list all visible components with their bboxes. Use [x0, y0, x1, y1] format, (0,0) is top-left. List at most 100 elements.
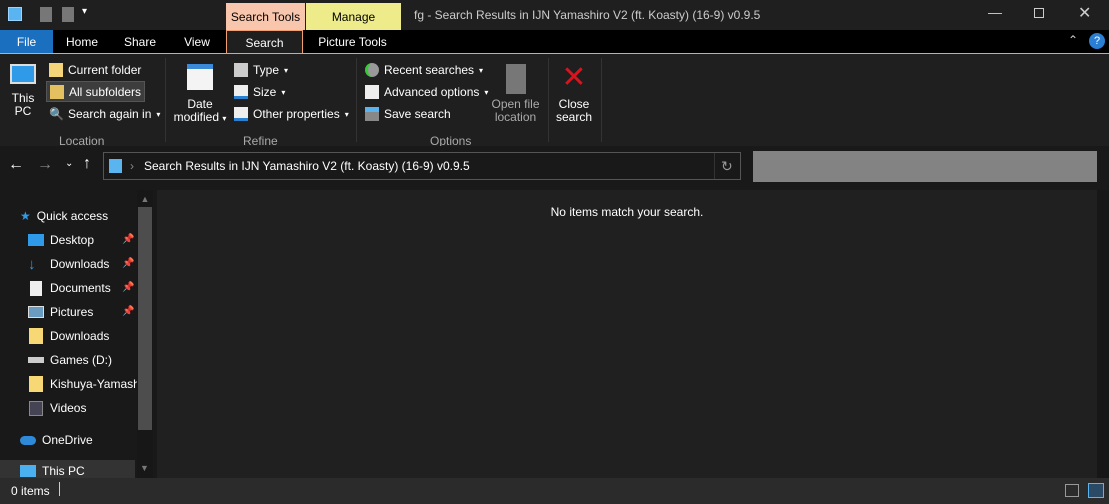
close-window-button[interactable]: ✕: [1078, 3, 1091, 23]
recent-searches-button[interactable]: Recent searches ▾: [362, 60, 486, 80]
properties-doc-icon: [234, 107, 248, 121]
nav-item-desktop[interactable]: Desktop: [28, 229, 137, 251]
nav-item-games-drive[interactable]: Games (D:): [28, 349, 137, 371]
ribbon: This PC Current folder All subfolders 🔍 S…: [0, 53, 1109, 148]
save-search-button[interactable]: Save search: [362, 104, 454, 124]
size-icon: [234, 85, 248, 99]
search-again-button[interactable]: 🔍 Search again in ▾: [46, 104, 163, 124]
nav-label: Videos: [50, 401, 87, 415]
size-button[interactable]: Size ▾: [231, 82, 288, 102]
nav-label: Kishuya-Yamash: [50, 377, 137, 391]
all-subfolders-label: All subfolders: [69, 84, 142, 99]
separator: [165, 58, 166, 142]
nav-label: Desktop: [50, 233, 95, 247]
maximize-button[interactable]: [1034, 8, 1044, 18]
large-icons-view-button[interactable]: [1088, 483, 1104, 498]
pictures-icon: [28, 306, 44, 318]
other-properties-button[interactable]: Other properties ▾: [231, 104, 352, 124]
new-folder-icon[interactable]: [62, 7, 74, 22]
navigation-pane: ★ Quick access Desktop 📌 ↓ Downloads 📌 Doc…: [0, 190, 153, 482]
ribbon-tabs: File Home Share View Search Picture Tool…: [0, 30, 1109, 54]
tab-share[interactable]: Share: [114, 30, 166, 53]
tab-search[interactable]: Search: [226, 30, 303, 54]
address-bar[interactable]: › Search Results in IJN Yamashiro V2 (ft…: [103, 152, 741, 180]
folder-icon: [29, 328, 43, 344]
close-search-icon: ✕: [561, 61, 587, 94]
explorer-icon: [8, 7, 22, 21]
window-title: fg - Search Results in IJN Yamashiro V2 …: [414, 8, 761, 22]
nav-scrollbar[interactable]: ▲ ▼: [137, 190, 153, 478]
file-list: No items match your search.: [157, 190, 1097, 478]
close-search-button[interactable]: ✕ Close search: [553, 62, 595, 124]
scroll-up-icon[interactable]: ▲: [137, 194, 153, 204]
calendar-icon: [187, 64, 213, 90]
nav-item-videos[interactable]: Videos: [28, 397, 137, 419]
collapse-ribbon-icon[interactable]: ⌃: [1068, 33, 1078, 47]
customize-quick-access-icon[interactable]: ▾: [82, 6, 87, 17]
folder-icon: [29, 376, 43, 392]
cloud-icon: [20, 435, 36, 445]
separator: [601, 58, 602, 142]
details-view-button[interactable]: [1065, 484, 1079, 497]
tab-file[interactable]: File: [0, 30, 53, 53]
drive-icon: [28, 357, 44, 363]
pin-icon[interactable]: 📌: [122, 306, 134, 317]
nav-item-pictures[interactable]: Pictures: [28, 301, 120, 323]
computer-icon: [10, 64, 36, 84]
open-location-icon: [505, 64, 526, 94]
all-subfolders-button[interactable]: All subfolders: [46, 81, 146, 102]
folder-icon: [49, 63, 63, 77]
scroll-down-icon[interactable]: ▼: [140, 463, 149, 473]
content-scrollbar[interactable]: [1097, 190, 1109, 478]
nav-item-downloads[interactable]: ↓ Downloads: [28, 253, 120, 275]
nav-item-documents[interactable]: Documents: [28, 277, 120, 299]
advanced-options-label: Advanced options: [384, 85, 480, 99]
forward-button[interactable]: →: [37, 156, 53, 174]
refresh-icon[interactable]: ↻: [721, 158, 733, 175]
properties-icon[interactable]: [40, 7, 52, 22]
current-folder-button[interactable]: Current folder: [46, 60, 144, 80]
open-file-location-button[interactable]: Open file location: [488, 64, 543, 124]
search-input[interactable]: [753, 151, 1097, 182]
tab-view[interactable]: View: [172, 30, 222, 53]
size-label: Size: [253, 85, 277, 99]
back-button[interactable]: ←: [8, 156, 24, 174]
nav-item-kishuya[interactable]: Kishuya-Yamash: [28, 373, 137, 395]
tab-home[interactable]: Home: [56, 30, 108, 53]
nav-item-downloads-folder[interactable]: Downloads: [28, 325, 137, 347]
item-count: 0 items: [11, 484, 50, 498]
date-modified-label: Date modified: [173, 97, 219, 124]
pin-icon[interactable]: 📌: [122, 234, 134, 245]
this-pc-label: This PC: [11, 91, 35, 118]
nav-label: Downloads: [50, 257, 110, 271]
search-results-icon: [109, 159, 122, 173]
breadcrumb-chevron: ›: [130, 159, 134, 173]
pin-icon[interactable]: 📌: [122, 282, 134, 293]
recent-searches-icon: [365, 63, 379, 77]
other-properties-label: Other properties: [253, 107, 340, 121]
nav-label: This PC: [42, 464, 85, 478]
minimize-button[interactable]: —: [988, 4, 1002, 20]
up-button[interactable]: ↑: [83, 155, 91, 173]
type-button[interactable]: Type ▾: [231, 60, 291, 80]
address-path: Search Results in IJN Yamashiro V2 (ft. …: [144, 159, 470, 173]
subfolders-icon: [50, 84, 64, 99]
this-pc-button[interactable]: This PC: [6, 64, 40, 118]
date-modified-button[interactable]: Date modified ▾: [170, 64, 230, 125]
help-icon[interactable]: ?: [1089, 33, 1105, 49]
close-search-label: Close search: [555, 97, 593, 124]
nav-label: Pictures: [50, 305, 94, 319]
separator: [548, 58, 549, 142]
empty-message: No items match your search.: [550, 205, 704, 219]
nav-scrollbar-thumb[interactable]: [138, 207, 152, 430]
recent-locations-button[interactable]: ⌄: [65, 158, 73, 169]
context-manage: Manage: [306, 3, 401, 30]
tab-picture-tools[interactable]: Picture Tools: [305, 30, 400, 53]
advanced-options-button[interactable]: Advanced options ▾: [362, 82, 491, 102]
open-file-location-label: Open file location: [491, 97, 540, 124]
nav-label: OneDrive: [42, 433, 93, 447]
star-icon: ★: [20, 209, 31, 223]
pin-icon[interactable]: 📌: [122, 258, 134, 269]
separator: [356, 58, 357, 142]
videos-icon: [29, 400, 43, 416]
